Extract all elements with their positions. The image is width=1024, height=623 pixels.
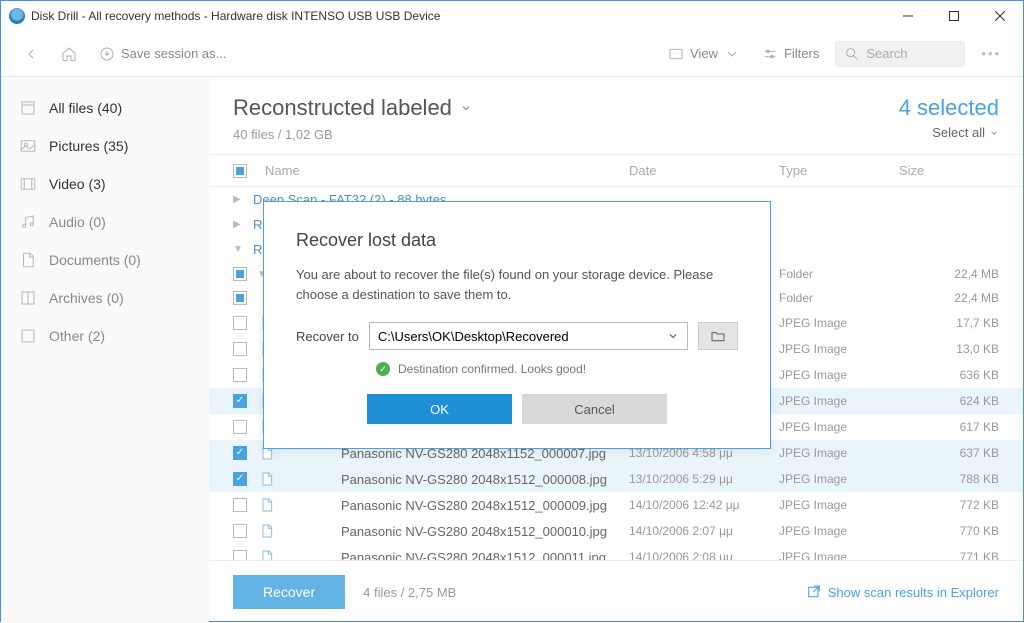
cancel-button[interactable]: Cancel (522, 394, 667, 424)
dialog-title: Recover lost data (296, 230, 738, 251)
dialog-body: You are about to recover the file(s) fou… (296, 265, 738, 304)
browse-button[interactable] (698, 322, 738, 350)
ok-button[interactable]: OK (367, 394, 512, 424)
destination-combo[interactable]: C:\Users\OK\Desktop\Recovered (369, 322, 688, 350)
recover-to-label: Recover to (296, 329, 359, 344)
destination-confirm: ✓ Destination confirmed. Looks good! (296, 362, 738, 376)
recover-dialog: Recover lost data You are about to recov… (263, 201, 771, 449)
dialog-backdrop: Recover lost data You are about to recov… (1, 1, 1023, 621)
check-icon: ✓ (376, 362, 390, 376)
